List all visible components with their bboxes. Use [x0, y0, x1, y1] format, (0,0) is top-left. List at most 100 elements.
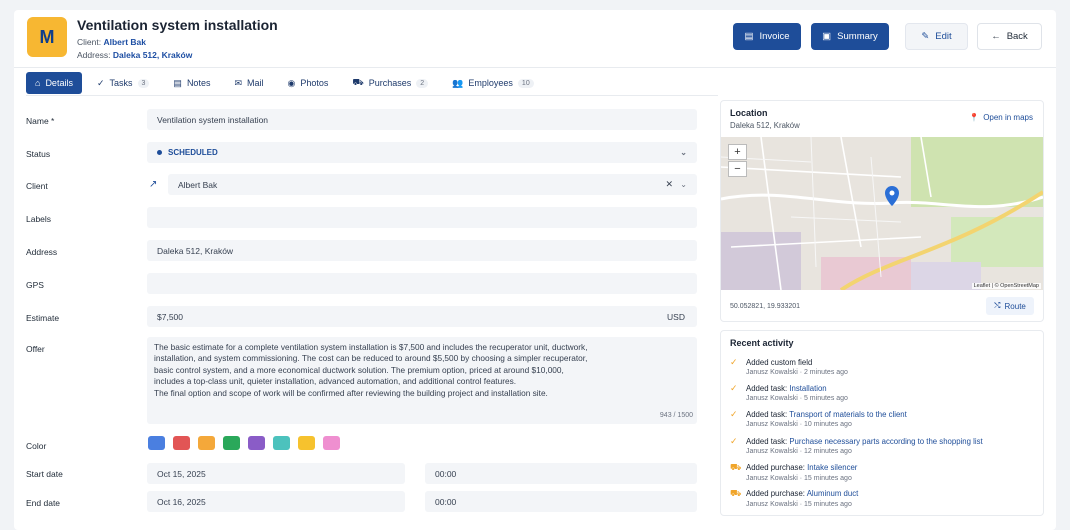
activity-meta: Janusz Kowalski · 15 minutes ago — [746, 501, 852, 508]
cart-icon: ⛟ — [352, 77, 364, 87]
summary-icon: ▣ — [822, 31, 832, 42]
check-icon: ✓ — [730, 383, 738, 394]
client-link[interactable]: Albert Bak — [103, 37, 146, 47]
color-swatch[interactable] — [223, 436, 240, 450]
activity-link[interactable]: Aluminum duct — [807, 489, 859, 498]
status-dot-icon — [157, 150, 162, 155]
edit-button[interactable]: ✎ Edit — [905, 23, 968, 50]
chevron-down-icon: ⌄ — [680, 180, 687, 189]
tab-tasks[interactable]: ✓ Tasks 3 — [88, 72, 158, 94]
clear-icon[interactable]: ✕ — [665, 179, 673, 190]
tab-details[interactable]: ⌂ Details — [26, 72, 82, 94]
client-label: Client — [26, 181, 48, 191]
estimate-label: Estimate — [26, 313, 60, 323]
char-counter: 943 / 1500 — [659, 411, 693, 419]
end-time-input[interactable]: 00:00 — [425, 491, 697, 512]
recent-activity-panel: Recent activity ✓ Added custom field Janu… — [720, 330, 1044, 516]
client-select[interactable]: Albert Bak ✕ ⌄ — [168, 174, 697, 195]
check-icon: ✓ — [730, 435, 738, 446]
start-date-label: Start date — [26, 469, 63, 479]
address-link[interactable]: Daleka 512, Kraków — [113, 50, 192, 60]
activity-title: Recent activity — [730, 338, 794, 348]
activity-text: ⛟ Added purchase: Aluminum duct — [730, 488, 859, 498]
start-time-input[interactable]: 00:00 — [425, 463, 697, 484]
end-date-label: End date — [26, 498, 61, 508]
color-swatch[interactable] — [198, 436, 215, 450]
name-input[interactable]: Ventilation system installation — [147, 109, 697, 130]
estimate-input[interactable]: $7,500 USD — [147, 306, 697, 327]
purchases-count-badge: 2 — [416, 78, 429, 88]
tab-purchases[interactable]: ⛟ Purchases 2 — [343, 72, 437, 94]
invoice-icon: ▤ — [744, 31, 754, 42]
activity-meta: Janusz Kowalski · 5 minutes ago — [746, 395, 848, 403]
job-header: M Ventilation system installation Client… — [14, 10, 1056, 68]
map-view[interactable]: + − Leaflet | © OpenStreetMap — [721, 137, 1043, 290]
route-icon: ⤭ — [994, 301, 1001, 310]
route-button[interactable]: ⤭ Route — [986, 297, 1034, 315]
activity-meta: Janusz Kowalski · 15 minutes ago — [746, 474, 852, 482]
check-icon: ✓ — [96, 77, 105, 88]
color-swatch[interactable] — [248, 436, 265, 450]
color-swatch[interactable] — [273, 436, 290, 450]
activity-meta: Janusz Kowalski · 12 minutes ago — [746, 447, 852, 455]
tab-photos[interactable]: ◉ Photos — [279, 72, 338, 94]
check-icon: ✓ — [730, 357, 738, 367]
status-select[interactable]: SCHEDULED ⌄ — [147, 142, 697, 163]
tab-notes[interactable]: ▤ Notes — [164, 72, 219, 94]
back-button[interactable]: ← Back — [977, 23, 1042, 50]
currency-label: USD — [667, 311, 685, 322]
activity-text: ✓ Added task: Purchase necessary parts ac… — [730, 435, 983, 446]
color-swatch[interactable] — [173, 436, 190, 450]
map-pin-icon: 📍 — [969, 113, 980, 122]
cart-icon: ⛟ — [730, 488, 742, 498]
client-line: Client: Albert Bak — [77, 37, 146, 47]
zoom-in-button[interactable]: + — [728, 144, 747, 160]
arrow-left-icon: ← — [991, 31, 1001, 42]
activity-item: ⛟ Added purchase: Intake silencer Janusz K… — [730, 462, 1040, 482]
labels-label: Labels — [26, 214, 52, 224]
activity-meta: Janusz Kowalski · 2 minutes ago — [746, 369, 848, 376]
home-icon: ⌂ — [35, 78, 41, 88]
cart-icon: ⛟ — [730, 461, 742, 472]
activity-item: ⛟ Added purchase: Aluminum duct Janusz Kow… — [730, 488, 1040, 508]
activity-text: ⛟ Added purchase: Intake silencer — [730, 461, 858, 472]
activity-item: ✓ Added task: Purchase necessary parts ac… — [730, 436, 1040, 455]
gps-coordinates: 50.052821, 19.933201 — [730, 303, 801, 310]
zoom-out-button[interactable]: − — [728, 161, 747, 177]
activity-link[interactable]: Intake silencer — [807, 463, 857, 472]
tab-employees[interactable]: 👥 Employees 10 — [443, 72, 543, 94]
offer-label: Offer — [26, 344, 45, 354]
check-icon: ✓ — [730, 409, 738, 420]
pencil-icon: ✎ — [921, 31, 930, 42]
color-swatch[interactable] — [323, 436, 340, 450]
address-label: Address — [26, 247, 58, 257]
map-attribution: Leaflet | © OpenStreetMap — [971, 283, 1041, 289]
color-swatch[interactable] — [298, 436, 315, 450]
notes-icon: ▤ — [173, 77, 182, 88]
summary-button[interactable]: ▣ Summary — [811, 23, 889, 50]
tasks-count-badge: 3 — [137, 78, 150, 88]
activity-link[interactable]: Installation — [789, 384, 826, 393]
job-card: M Ventilation system installation Client… — [14, 10, 1056, 530]
end-date-input[interactable]: Oct 16, 2025 — [147, 491, 405, 512]
tab-mail[interactable]: ✉ Mail — [225, 72, 272, 94]
invoice-button[interactable]: ▤ Invoice — [733, 23, 801, 50]
address-input[interactable]: Daleka 512, Kraków — [147, 240, 697, 261]
offer-textarea[interactable]: The basic estimate for a complete ventil… — [147, 337, 697, 424]
labels-input[interactable] — [147, 207, 697, 228]
name-label: Name * — [26, 116, 55, 126]
company-logo: M — [27, 17, 67, 57]
color-swatch[interactable] — [148, 436, 165, 450]
activity-link[interactable]: Purchase necessary parts according to th… — [789, 437, 982, 446]
open-in-maps-link[interactable]: 📍 Open in maps — [969, 113, 1033, 122]
employees-count-badge: 10 — [517, 78, 534, 88]
activity-item: ✓ Added task: Transport of materials to t… — [730, 409, 1040, 428]
activity-link[interactable]: Transport of materials to the client — [789, 410, 907, 419]
chevron-down-icon: ⌄ — [680, 148, 687, 157]
tab-bar: ⌂ Details ✓ Tasks 3 ▤ Notes ✉ Mail ◉ Pho… — [26, 72, 549, 94]
external-link-icon[interactable]: ↗ — [149, 179, 157, 190]
camera-icon: ◉ — [287, 77, 296, 88]
start-date-input[interactable]: Oct 15, 2025 — [147, 463, 405, 484]
gps-input[interactable] — [147, 273, 697, 294]
mail-icon: ✉ — [234, 77, 242, 88]
